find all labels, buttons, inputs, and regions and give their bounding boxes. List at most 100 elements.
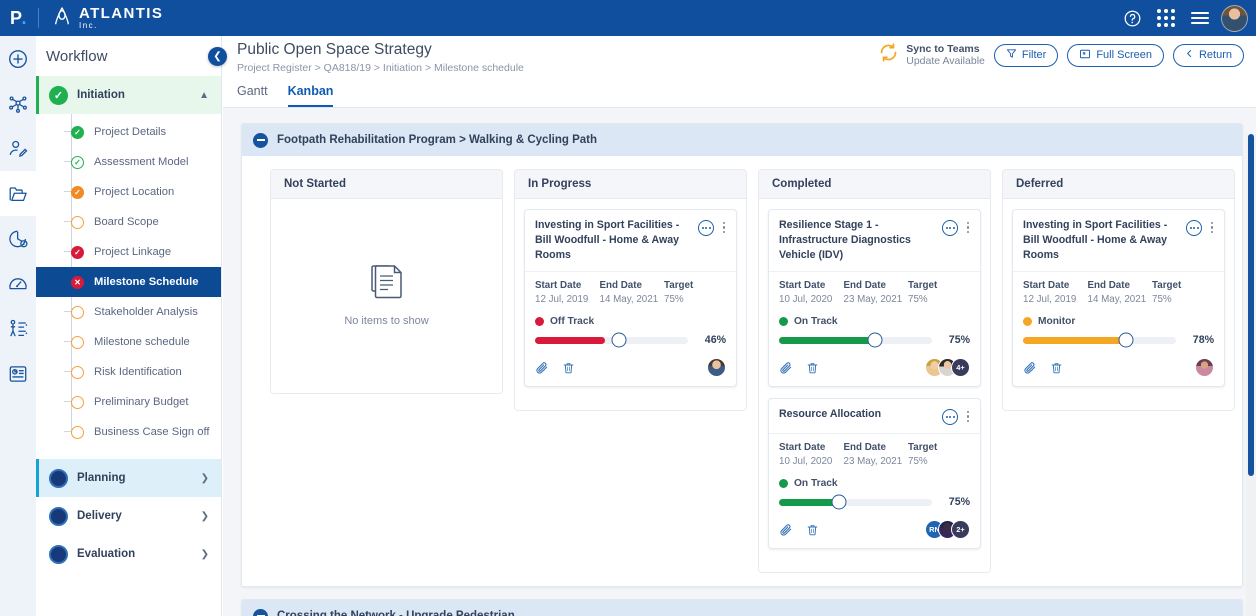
task-kebab-menu-icon[interactable]: [962, 411, 974, 423]
step-label: Preliminary Budget: [94, 396, 189, 408]
task-card-header: Resilience Stage 1 - Infrastructure Diag…: [769, 210, 980, 273]
sidebar-icon-finance[interactable]: [0, 216, 36, 261]
sidebar-item-preliminary-budget[interactable]: Preliminary Budget: [36, 387, 221, 417]
paperclip-icon[interactable]: [1023, 361, 1037, 375]
task-options-icon[interactable]: [942, 409, 958, 426]
chevron-right-icon[interactable]: ❯: [201, 549, 209, 560]
task-card[interactable]: Investing in Sport Facilities - Bill Woo…: [524, 209, 737, 388]
avatar-overflow-count[interactable]: 2+: [951, 520, 970, 540]
status-bullet-red-cross-icon: ✕: [71, 275, 84, 289]
step-label: Business Case Sign off: [94, 426, 210, 438]
task-card[interactable]: Resilience Stage 1 - Infrastructure Diag…: [768, 209, 981, 388]
board-vertical-scrollbar[interactable]: [1246, 134, 1256, 616]
chevron-up-icon[interactable]: ▲: [199, 90, 209, 101]
task-kebab-menu-icon[interactable]: [962, 222, 974, 234]
trash-icon[interactable]: [806, 523, 819, 537]
end-date-value: 14 May, 2021: [1087, 294, 1147, 306]
task-kebab-menu-icon[interactable]: [718, 222, 730, 234]
column-header: Not Started: [271, 170, 502, 199]
avatar[interactable]: [707, 358, 726, 378]
sidebar-item-milestone-schedule-2[interactable]: Milestone schedule: [36, 327, 221, 357]
column-body[interactable]: No items to show: [271, 199, 502, 393]
progress-track[interactable]: [535, 332, 688, 348]
task-card-body: Start Date 12 Jul, 2019 End Date 14 May,…: [1013, 272, 1224, 352]
tab-gantt[interactable]: Gantt: [237, 84, 268, 107]
task-options-icon[interactable]: [698, 220, 714, 236]
progress-knob[interactable]: [867, 332, 883, 348]
trash-icon[interactable]: [1050, 361, 1063, 375]
sidebar-item-business-case-sign-off[interactable]: Business Case Sign off: [36, 417, 221, 447]
avatar-overflow-count[interactable]: 4+: [951, 358, 970, 378]
target-label: Target: [664, 280, 694, 292]
sidebar-icon-add-new[interactable]: [0, 36, 36, 81]
assignee-avatars[interactable]: [707, 358, 726, 378]
trash-icon[interactable]: [562, 361, 575, 375]
step-label: Milestone Schedule: [94, 276, 199, 288]
sidebar-item-project-linkage[interactable]: ✓ Project Linkage: [36, 237, 221, 267]
tab-kanban[interactable]: Kanban: [287, 84, 334, 107]
progress-track[interactable]: [779, 332, 932, 348]
hamburger-menu-icon[interactable]: [1183, 0, 1217, 36]
progress-knob[interactable]: [831, 494, 847, 510]
paperclip-icon[interactable]: [779, 361, 793, 375]
sidebar-item-board-scope[interactable]: Board Scope: [36, 207, 221, 237]
task-options-icon[interactable]: [1186, 220, 1202, 236]
minus-circle-icon[interactable]: [253, 132, 268, 148]
sidebar-icon-projects[interactable]: [0, 171, 36, 216]
group-header[interactable]: Footpath Rehabilitation Program > Walkin…: [242, 124, 1242, 156]
assignee-avatars[interactable]: [1195, 358, 1214, 378]
group-title: Crossing the Network - Upgrade Pedestria…: [277, 610, 515, 616]
task-card-footer: [525, 352, 736, 386]
sidebar-item-assessment-model[interactable]: ✓ Assessment Model: [36, 147, 221, 177]
minus-circle-icon[interactable]: [253, 608, 268, 616]
company-name: ATLANTIS Inc.: [79, 6, 163, 30]
task-kebab-menu-icon[interactable]: [1206, 222, 1218, 234]
sidebar-icon-resources[interactable]: [0, 306, 36, 351]
column-body[interactable]: Investing in Sport Facilities - Bill Woo…: [515, 199, 746, 411]
sidebar-item-project-details[interactable]: ✓ Project Details: [36, 117, 221, 147]
sidebar-icon-user-edit[interactable]: [0, 126, 36, 171]
sidebar-item-stakeholder-analysis[interactable]: Stakeholder Analysis: [36, 297, 221, 327]
phase-evaluation[interactable]: Evaluation ❯: [36, 535, 221, 573]
progress-track[interactable]: [1023, 332, 1176, 348]
sidebar-collapse-button[interactable]: ❮: [208, 47, 227, 66]
start-date-value: 10 Jul, 2020: [779, 294, 833, 306]
task-card[interactable]: Investing in Sport Facilities - Bill Woo…: [1012, 209, 1225, 388]
product-logo[interactable]: P.: [0, 0, 36, 36]
phase-delivery[interactable]: Delivery ❯: [36, 497, 221, 535]
sidebar-item-milestone-schedule[interactable]: ✕ Milestone Schedule: [36, 267, 221, 297]
return-button[interactable]: Return: [1172, 43, 1244, 67]
phase-planning[interactable]: Planning ❯: [36, 459, 221, 497]
sync-to-teams[interactable]: Sync to Teams Update Available: [878, 42, 985, 68]
sidebar-icon-performance[interactable]: [0, 261, 36, 306]
full-screen-button[interactable]: Full Screen: [1067, 43, 1164, 67]
progress-knob[interactable]: [611, 332, 627, 348]
sidebar-icon-network[interactable]: [0, 81, 36, 126]
filter-button[interactable]: Filter: [993, 43, 1059, 67]
assignee-avatars[interactable]: 4+: [925, 358, 970, 378]
column-body[interactable]: Resilience Stage 1 - Infrastructure Diag…: [759, 199, 990, 573]
sync-refresh-icon: [878, 42, 899, 68]
user-avatar[interactable]: [1221, 4, 1248, 32]
phase-initiation[interactable]: ✓ Initiation ▲: [36, 76, 221, 114]
assignee-avatars[interactable]: RN 2+: [925, 520, 970, 540]
sidebar-icon-reports[interactable]: [0, 351, 36, 396]
column-body[interactable]: Investing in Sport Facilities - Bill Woo…: [1003, 199, 1234, 411]
avatar[interactable]: [1195, 358, 1214, 378]
scrollbar-thumb[interactable]: [1248, 134, 1254, 476]
progress-track[interactable]: [779, 494, 932, 510]
trash-icon[interactable]: [806, 361, 819, 375]
task-status: Monitor: [1023, 316, 1214, 327]
chevron-right-icon[interactable]: ❯: [201, 511, 209, 522]
chevron-right-icon[interactable]: ❯: [201, 473, 209, 484]
group-header[interactable]: Crossing the Network - Upgrade Pedestria…: [242, 600, 1242, 616]
task-card[interactable]: Resource Allocation Start Date 10 Jul, 2…: [768, 398, 981, 550]
paperclip-icon[interactable]: [779, 523, 793, 537]
progress-knob[interactable]: [1118, 332, 1133, 348]
apps-grid-icon[interactable]: [1149, 0, 1183, 36]
help-circle-icon[interactable]: [1115, 0, 1149, 36]
task-options-icon[interactable]: [942, 220, 958, 236]
sidebar-item-project-location[interactable]: ✓ Project Location: [36, 177, 221, 207]
paperclip-icon[interactable]: [535, 361, 549, 375]
sidebar-item-risk-identification[interactable]: Risk Identification: [36, 357, 221, 387]
